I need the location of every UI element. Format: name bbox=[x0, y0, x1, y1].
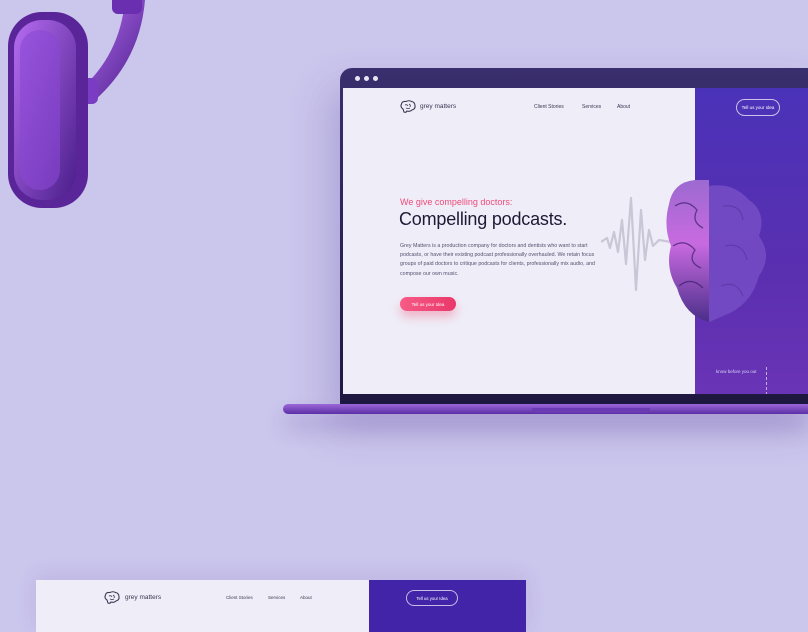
laptop-notch bbox=[532, 408, 650, 413]
tell-us-idea-button[interactable]: Tell us your Idea bbox=[400, 297, 456, 311]
website-preview-strip: grey matters Client Stories Services Abo… bbox=[36, 580, 526, 632]
window-dot-icon bbox=[355, 76, 360, 81]
brain-illustration-image bbox=[666, 180, 766, 322]
logo-text: grey matters bbox=[420, 103, 457, 110]
preview-logo[interactable]: grey matters bbox=[104, 591, 161, 604]
nav-services[interactable]: Services bbox=[582, 104, 601, 110]
laptop-screen: grey matters Client Stories Services Abo… bbox=[343, 88, 808, 394]
browser-bar bbox=[343, 72, 808, 88]
preview-tell-us-idea-button[interactable]: Tell us your Idea bbox=[406, 590, 458, 606]
preview-logo-text: grey matters bbox=[125, 594, 162, 601]
headphones-image bbox=[8, 0, 145, 208]
window-dot-icon bbox=[364, 76, 369, 81]
soundwave-icon bbox=[601, 196, 671, 292]
nav-about[interactable]: About bbox=[617, 104, 630, 110]
tell-us-idea-button-top[interactable]: Tell us your Idea bbox=[736, 99, 780, 116]
window-dot-icon bbox=[373, 76, 378, 81]
preview-nav-client-stories[interactable]: Client Stories bbox=[226, 595, 253, 600]
scroll-indicator-line bbox=[766, 367, 768, 394]
site-logo[interactable]: grey matters bbox=[400, 100, 456, 113]
preview-purple-panel bbox=[369, 580, 526, 632]
preview-nav-about[interactable]: About bbox=[300, 595, 312, 600]
brain-logo-icon bbox=[104, 591, 120, 604]
hero-headline: Compelling podcasts. bbox=[399, 209, 568, 229]
scroll-hint: know before you out bbox=[716, 369, 757, 374]
brain-logo-icon bbox=[400, 100, 416, 113]
preview-nav-services[interactable]: Services bbox=[268, 595, 285, 600]
nav-client-stories[interactable]: Client Stories bbox=[534, 104, 564, 110]
hero-body: Grey Matters is a production company for… bbox=[400, 243, 595, 277]
hero-tagline: We give compelling doctors: bbox=[400, 197, 513, 207]
